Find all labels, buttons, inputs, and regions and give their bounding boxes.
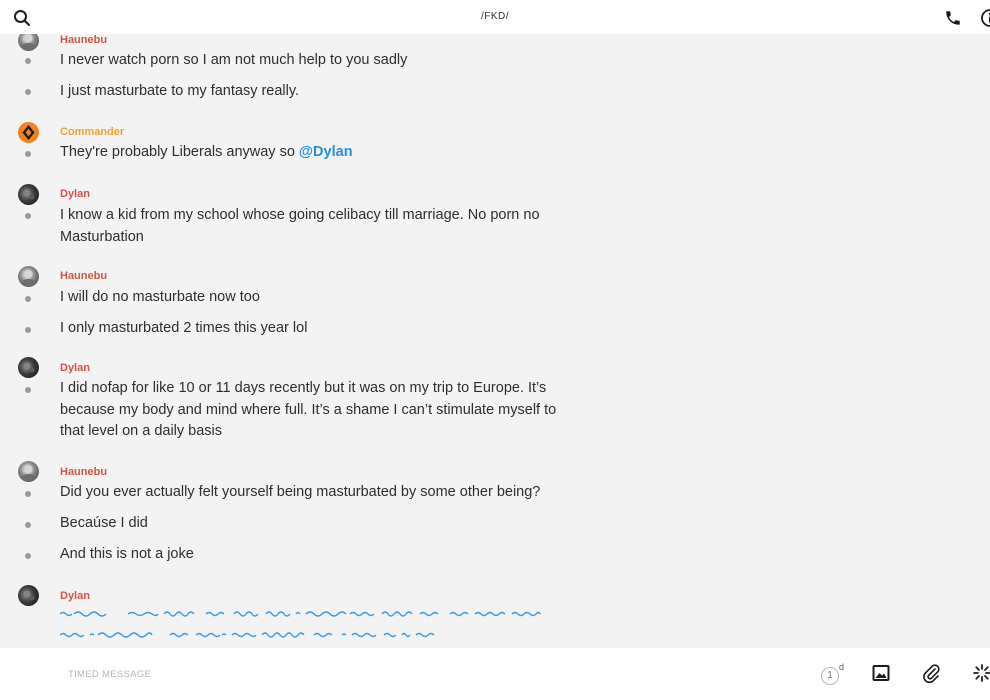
message-text: Becaúse I did xyxy=(60,515,148,531)
author-name[interactable]: Dylan xyxy=(60,590,90,602)
avatar[interactable] xyxy=(18,585,39,606)
message-bullet xyxy=(25,89,31,95)
message-text-part: They're probably Liberals anyway so xyxy=(60,144,299,160)
message-bullet xyxy=(25,58,31,64)
author-name[interactable]: Haunebu xyxy=(60,466,107,478)
avatar[interactable] xyxy=(18,184,39,205)
top-bar: /FKD/ xyxy=(0,0,990,34)
timer-unit: d xyxy=(839,662,845,672)
user-mention[interactable]: @Dylan xyxy=(299,144,353,160)
author-name[interactable]: Dylan xyxy=(60,362,90,374)
message-text: And this is not a joke xyxy=(60,546,194,562)
message-text: I just masturbate to my fantasy really. xyxy=(60,83,300,99)
info-icon[interactable] xyxy=(980,8,990,28)
message-bullet xyxy=(25,151,31,157)
author-name[interactable]: Haunebu xyxy=(60,34,107,46)
spinner-icon[interactable] xyxy=(972,663,990,683)
message-bullet xyxy=(25,327,31,333)
paperclip-icon[interactable] xyxy=(922,663,940,684)
image-icon[interactable] xyxy=(872,664,890,682)
author-name[interactable]: Haunebu xyxy=(60,270,107,282)
author-name[interactable]: Dylan xyxy=(60,188,90,200)
message-composer: TIMED MESSAGE 1 d xyxy=(0,648,990,700)
message-bullet xyxy=(25,296,31,302)
message-bullet xyxy=(25,522,31,528)
avatar[interactable] xyxy=(18,34,39,51)
message-text: I know a kid from my school whose going … xyxy=(60,207,540,245)
message-text: I will do no masturbate now too xyxy=(60,289,260,305)
phone-icon[interactable] xyxy=(944,9,962,27)
message-text: I only masturbated 2 times this year lol xyxy=(60,320,308,336)
message-bullet xyxy=(25,213,31,219)
handwriting-scribble xyxy=(60,611,541,638)
timer-value: 1 xyxy=(821,667,839,685)
message-text: I never watch porn so I am not much help… xyxy=(60,52,408,68)
message-bullet xyxy=(25,553,31,559)
avatar[interactable] xyxy=(18,357,39,378)
message-feed[interactable]: Haunebu I never watch porn so I am not m… xyxy=(0,34,990,648)
message-text: I did nofap for like 10 or 11 days recen… xyxy=(60,380,557,439)
message-bullet xyxy=(25,491,31,497)
message-bullet xyxy=(25,387,31,393)
message-text: Did you ever actually felt yourself bein… xyxy=(60,484,541,500)
author-name[interactable]: Commander xyxy=(60,126,124,138)
avatar[interactable] xyxy=(18,122,39,143)
message-input[interactable]: TIMED MESSAGE xyxy=(68,669,151,680)
avatar[interactable] xyxy=(18,461,39,482)
avatar[interactable] xyxy=(18,266,39,287)
message-text: They're probably Liberals anyway so @Dyl… xyxy=(60,142,560,164)
conversation-title: /FKD/ xyxy=(480,11,510,22)
timer-icon[interactable]: 1 d xyxy=(821,662,847,686)
